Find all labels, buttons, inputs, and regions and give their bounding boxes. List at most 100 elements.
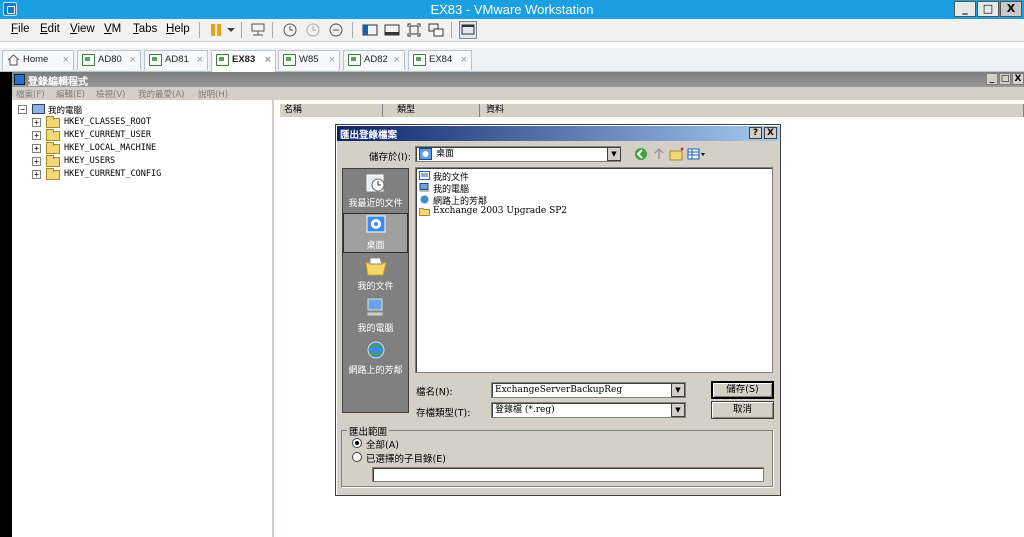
snapshot-icon[interactable] — [282, 22, 298, 38]
file-list[interactable]: 我的文件 我的電腦 網路上的芳鄰 Exchange 2003 Upgrade S… — [415, 167, 773, 373]
regedit-menu-edit[interactable]: 編輯(E) — [56, 88, 85, 100]
tab-ad81[interactable]: AD81 × — [144, 50, 208, 70]
close-icon[interactable]: × — [394, 51, 400, 69]
console-view-icon[interactable] — [384, 22, 400, 38]
radio-all[interactable] — [352, 438, 362, 448]
expand-icon[interactable]: + — [32, 118, 41, 127]
close-icon[interactable]: × — [197, 51, 203, 69]
vm-icon — [413, 54, 426, 66]
new-folder-icon[interactable] — [669, 147, 685, 161]
close-icon[interactable]: × — [265, 51, 271, 69]
close-button[interactable]: X — [1000, 1, 1022, 17]
menu-vm[interactable]: VM — [104, 23, 121, 35]
place-my-computer[interactable]: 我的電腦 — [343, 297, 408, 339]
expand-icon[interactable]: + — [32, 170, 41, 179]
radio-all-label[interactable]: 全部(A) — [366, 437, 399, 451]
cancel-button[interactable]: 取消 — [711, 401, 774, 419]
tab-w85[interactable]: W85 × — [278, 50, 340, 70]
column-name[interactable]: 名稱 — [280, 104, 383, 117]
regedit-icon — [14, 74, 25, 85]
regedit-menu-help[interactable]: 說明(H) — [198, 88, 228, 100]
place-desktop[interactable]: 桌面 — [343, 213, 408, 253]
selected-branch-input[interactable] — [372, 467, 764, 482]
radio-selected-branch-label[interactable]: 已選擇的子目錄(E) — [366, 451, 446, 465]
recent-documents-icon — [366, 174, 384, 192]
chevron-down-icon[interactable] — [226, 22, 236, 38]
maximize-button[interactable]: □ — [977, 1, 999, 17]
vm-icon — [216, 54, 229, 66]
close-icon[interactable]: × — [130, 51, 136, 69]
place-recent[interactable]: 我最近的文件 — [343, 172, 408, 212]
revert-snapshot-icon[interactable] — [305, 22, 321, 38]
tab-label: AD80 — [98, 54, 122, 65]
save-button[interactable]: 儲存(S) — [711, 381, 774, 399]
menu-view[interactable]: View — [70, 23, 95, 35]
tab-ex83[interactable]: EX83 × — [211, 50, 276, 72]
regedit-close-button[interactable]: X — [1012, 73, 1024, 85]
tab-ad82[interactable]: AD82 × — [343, 50, 405, 70]
close-icon[interactable]: × — [63, 51, 69, 69]
sidebar-view-icon[interactable] — [362, 22, 378, 38]
menu-tabs[interactable]: Tabs — [133, 23, 157, 35]
tree-item-label: HKEY_LOCAL_MACHINE — [64, 143, 157, 153]
tree-root-label: 我的電腦 — [48, 106, 83, 116]
tab-ex84[interactable]: EX84 × — [408, 50, 472, 70]
place-network[interactable]: 網路上的芳鄰 — [343, 339, 408, 381]
file-name: Exchange 2003 Upgrade SP2 — [433, 206, 568, 216]
chevron-down-icon[interactable]: ▼ — [607, 147, 621, 161]
toolbar-separator — [199, 22, 200, 38]
filename-input[interactable]: ExchangeServerBackupReg — [491, 382, 686, 398]
menu-help[interactable]: Help — [166, 23, 190, 35]
tab-label: AD82 — [364, 54, 388, 65]
unity-icon[interactable] — [428, 22, 444, 38]
tab-label: EX84 — [429, 54, 453, 65]
filetype-select[interactable]: 登錄檔 (*.reg) — [491, 402, 686, 418]
view-menu-icon[interactable] — [687, 147, 707, 161]
back-icon[interactable] — [634, 147, 648, 161]
dialog-close-button[interactable]: X — [764, 127, 777, 139]
fullscreen-icon[interactable] — [406, 22, 422, 38]
toolbar-separator — [352, 22, 353, 38]
save-in-select[interactable]: 桌面 — [415, 146, 621, 162]
place-label: 桌面 — [366, 241, 385, 251]
column-type[interactable]: 類型 — [383, 104, 480, 117]
chevron-down-icon[interactable]: ▼ — [671, 383, 685, 397]
vm-icon — [82, 54, 95, 66]
place-my-documents[interactable]: 我的文件 — [343, 255, 408, 297]
chevron-down-icon[interactable]: ▼ — [671, 403, 685, 417]
help-button[interactable]: ? — [749, 127, 762, 139]
network-icon[interactable] — [250, 22, 266, 38]
tab-ad80[interactable]: AD80 × — [77, 50, 141, 70]
close-icon[interactable]: × — [329, 51, 335, 69]
regedit-maximize-button[interactable]: □ — [999, 73, 1011, 85]
vm-icon — [283, 54, 296, 66]
radio-selected-branch[interactable] — [352, 452, 362, 462]
regedit-menu-view[interactable]: 檢視(V) — [96, 88, 125, 100]
up-folder-icon[interactable] — [652, 147, 666, 161]
regedit-menu-file[interactable]: 檔案(F) — [16, 88, 45, 100]
values-list-header: 名稱 類型 資料 — [280, 104, 1024, 117]
collapse-icon[interactable]: − — [18, 105, 27, 114]
network-places-icon — [420, 195, 429, 204]
expand-icon[interactable]: + — [32, 131, 41, 140]
menu-edit[interactable]: Edit — [40, 23, 60, 35]
my-computer-icon — [366, 298, 383, 317]
save-in-value: 桌面 — [436, 149, 455, 159]
minimize-button[interactable]: _ — [954, 1, 976, 17]
expand-icon[interactable]: + — [32, 144, 41, 153]
registry-tree[interactable]: − 我的電腦 + HKEY_CLASSES_ROOT + HKEY_CURREN… — [12, 100, 274, 537]
expand-icon[interactable]: + — [32, 157, 41, 166]
folder-icon — [46, 116, 60, 128]
computer-icon — [32, 104, 45, 114]
regedit-title-bar: 登錄編輯程式 _ □ X — [12, 72, 1024, 88]
tab-home[interactable]: Home × — [2, 50, 74, 70]
snapshot-manager-icon[interactable] — [328, 22, 344, 38]
menu-file[interactable]: File — [11, 23, 30, 35]
regedit-menu-favorites[interactable]: 我的最愛(A) — [138, 88, 184, 100]
pause-icon[interactable] — [208, 22, 224, 38]
regedit-minimize-button[interactable]: _ — [986, 73, 998, 85]
library-toggle-icon[interactable] — [459, 21, 477, 39]
column-data[interactable]: 資料 — [480, 104, 1024, 117]
close-icon[interactable]: × — [461, 51, 467, 69]
list-item[interactable]: Exchange 2003 Upgrade SP2 — [419, 206, 567, 216]
